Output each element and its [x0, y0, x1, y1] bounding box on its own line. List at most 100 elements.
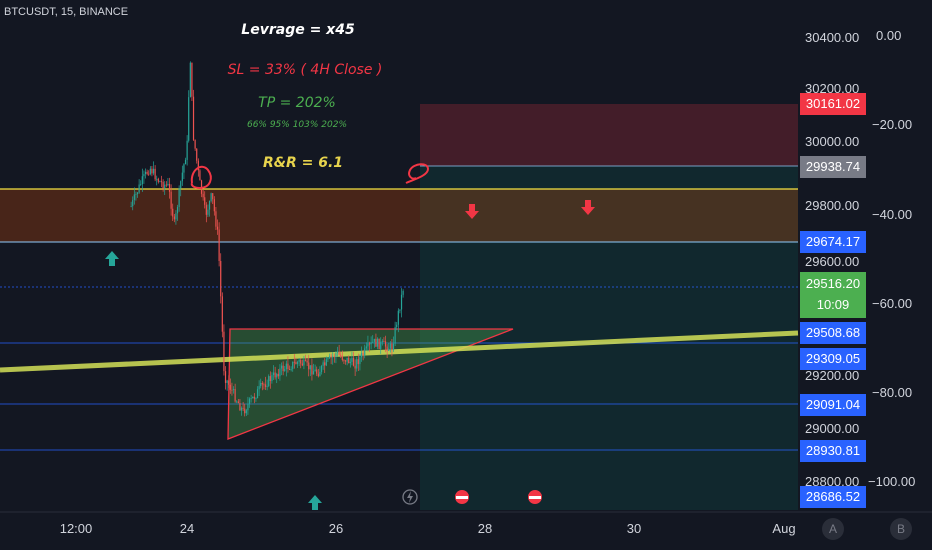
- candle-body: [338, 351, 340, 355]
- candle-body: [399, 309, 401, 311]
- candle-body: [392, 343, 395, 351]
- price-tag-blue: 28686.52: [800, 486, 866, 508]
- candle-body: [303, 359, 305, 366]
- candle-body: [306, 360, 308, 363]
- candle-body: [172, 208, 174, 217]
- candle-body: [296, 361, 299, 365]
- candle-body: [156, 178, 158, 180]
- candle-body: [352, 358, 355, 366]
- us-flag-stripe: [456, 496, 468, 499]
- candle-body: [311, 365, 313, 375]
- price-tag-gray: 29938.74: [800, 156, 866, 178]
- price-tag-red: 30161.02: [800, 93, 866, 115]
- candle-body: [304, 359, 307, 361]
- candle-body: [370, 342, 372, 345]
- candle-body: [300, 359, 302, 364]
- candle-body: [386, 346, 388, 351]
- candle-body: [396, 324, 398, 328]
- candle-body: [212, 193, 214, 200]
- candle-body: [316, 369, 318, 374]
- candle-body: [356, 359, 358, 369]
- price-tag-blue: 29309.05: [800, 348, 866, 370]
- candle-body: [272, 372, 275, 376]
- candle-body: [165, 184, 167, 186]
- candle-body: [327, 358, 329, 360]
- candle-body: [279, 368, 281, 377]
- candle-body: [388, 348, 390, 351]
- candle-body: [268, 376, 270, 387]
- time-tick: Aug: [772, 521, 796, 536]
- price-tag-blue: 29674.17: [800, 231, 866, 253]
- candle-body: [192, 96, 195, 140]
- candle-body: [160, 181, 163, 183]
- price-chart[interactable]: [0, 0, 932, 550]
- candle-body: [317, 373, 319, 377]
- price-tick: 29000.00: [805, 421, 860, 436]
- candle-body: [351, 358, 353, 362]
- candle-body: [224, 371, 227, 383]
- candle-body: [402, 290, 404, 295]
- candle-body: [151, 168, 153, 174]
- candle-body: [301, 363, 303, 366]
- candle-body: [152, 168, 155, 174]
- candle-body: [244, 408, 246, 414]
- candle-body: [141, 176, 143, 185]
- auto-scale-button[interactable]: A: [822, 518, 844, 540]
- candle-body: [341, 356, 343, 360]
- time-tick: 26: [328, 521, 344, 536]
- candle-body: [340, 354, 342, 357]
- candle-body: [199, 170, 201, 181]
- price-tag-blue: 28930.81: [800, 440, 866, 462]
- price-tag-blue: 29508.68: [800, 322, 866, 344]
- candle-body: [368, 343, 371, 345]
- candle-body: [240, 407, 243, 411]
- candle-body: [236, 401, 238, 403]
- candle-body: [319, 371, 321, 377]
- candle-body: [231, 389, 233, 391]
- candle-body: [178, 188, 180, 208]
- candle-body: [186, 140, 188, 160]
- candle-body: [173, 216, 175, 220]
- candle-body: [208, 200, 211, 210]
- candle-body: [184, 159, 187, 165]
- price-tick: 30000.00: [805, 134, 860, 149]
- right-scale-tick: −40.00: [872, 207, 913, 222]
- candle-body: [269, 376, 271, 382]
- candle-body: [384, 341, 387, 347]
- candle-body: [132, 199, 134, 207]
- candle-body: [394, 327, 396, 344]
- candle-body: [248, 398, 251, 405]
- time-tick: 28: [477, 521, 493, 536]
- time-tick: 30: [626, 521, 642, 536]
- candle-body: [148, 173, 150, 175]
- candle-body: [293, 361, 295, 363]
- candle-body: [143, 174, 145, 177]
- candle-body: [149, 168, 151, 175]
- candle-body: [202, 193, 204, 198]
- candle-body: [168, 183, 171, 192]
- candle-body: [354, 365, 356, 369]
- candle-body: [266, 386, 268, 387]
- candle-body: [290, 368, 292, 370]
- candle-body: [397, 310, 399, 325]
- take-profit-annotation: TP = 202%: [258, 95, 336, 111]
- symbol-label[interactable]: BTCUSDT, 15, BINANCE: [4, 6, 128, 18]
- candle-body: [320, 365, 323, 372]
- candle-body: [221, 296, 223, 332]
- candle-body: [359, 357, 361, 365]
- price-tag-blue: 29091.04: [800, 394, 866, 416]
- right-scale-tick: −100.00: [868, 474, 916, 489]
- candle-body: [252, 396, 254, 399]
- price-tick: 29800.00: [805, 198, 860, 213]
- candle-body: [389, 343, 391, 349]
- candle-body: [330, 356, 332, 358]
- stop-loss-annotation: SL = 33% ( 4H Close ): [227, 62, 383, 78]
- scale-b-button[interactable]: B: [890, 518, 912, 540]
- candle-body: [375, 338, 377, 347]
- candle-body: [216, 226, 219, 230]
- candle-body: [383, 341, 385, 342]
- right-scale-tick: −20.00: [872, 117, 913, 132]
- candle-body: [271, 375, 273, 382]
- candle-body: [287, 363, 289, 370]
- candle-body: [196, 148, 198, 161]
